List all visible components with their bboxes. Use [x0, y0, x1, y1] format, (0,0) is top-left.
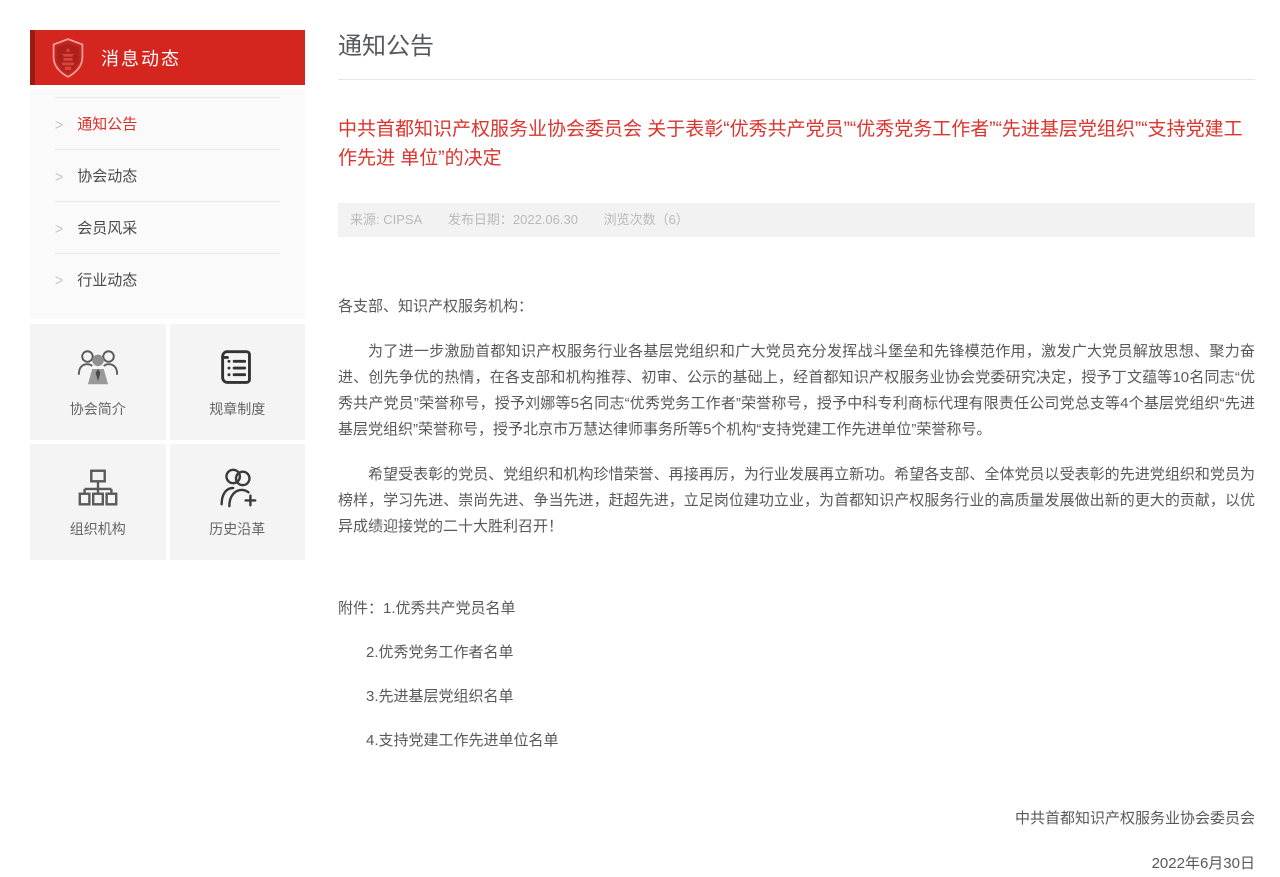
- article-meta-bar: 来源: CIPSA 发布日期：2022.06.30 浏览次数（6）: [338, 203, 1255, 237]
- article-paragraph: 希望受表彰的党员、党组织和机构珍惜荣誉、再接再厉，为行业发展再立新功。希望各支部…: [338, 462, 1255, 540]
- article-source: 来源: CIPSA: [350, 212, 422, 227]
- sidebar-header: 消息动态: [30, 30, 305, 85]
- sidebar-item-label: 会员风采: [77, 217, 137, 238]
- signature-organization: 中共首都知识产权服务业协会委员会: [338, 806, 1255, 832]
- tile-label: 协会简介: [70, 399, 126, 419]
- people-group-icon: [75, 345, 121, 391]
- attachment-item: 4.支持党建工作先进单位名单: [338, 728, 1255, 754]
- article-body: 各支部、知识产权服务机构： 为了进一步激励首都知识产权服务行业各基层党组织和广大…: [338, 294, 1255, 540]
- sidebar-menu: > 通知公告 > 协会动态 > 会员风采 > 行业动态: [30, 89, 305, 319]
- sidebar-item-label: 协会动态: [77, 165, 137, 186]
- people-plus-icon: [214, 465, 260, 511]
- article-signature-block: 中共首都知识产权服务业协会委员会 2022年6月30日: [338, 806, 1255, 877]
- article-salutation: 各支部、知识产权服务机构：: [338, 294, 1255, 320]
- tile-history[interactable]: 历史沿革: [170, 444, 306, 560]
- tile-organization[interactable]: 组织机构: [30, 444, 166, 560]
- org-chart-icon: [75, 465, 121, 511]
- attachment-item: 2.优秀党务工作者名单: [338, 640, 1255, 666]
- article-publish-date: 发布日期：2022.06.30: [448, 212, 578, 227]
- page: 消息动态 > 通知公告 > 协会动态 > 会员风采 > 行业动态: [0, 0, 1280, 867]
- chevron-right-icon: >: [55, 114, 63, 132]
- article-paragraph: 为了进一步激励首都知识产权服务行业各基层党组织和广大党员充分发挥战斗堡垒和先锋模…: [338, 339, 1255, 443]
- page-title: 通知公告: [338, 30, 1255, 80]
- attachments-list: 附件：1.优秀共产党员名单 2.优秀党务工作者名单 3.先进基层党组织名单 4.…: [338, 596, 1255, 754]
- tile-association-intro[interactable]: 协会简介: [30, 324, 166, 440]
- chevron-right-icon: >: [55, 218, 63, 236]
- sidebar: 消息动态 > 通知公告 > 协会动态 > 会员风采 > 行业动态: [30, 30, 305, 560]
- signature-date: 2022年6月30日: [338, 851, 1255, 877]
- sidebar-header-title: 消息动态: [101, 45, 181, 71]
- main-content: 通知公告 中共首都知识产权服务业协会委员会 关于表彰“优秀共产党员”“优秀党务工…: [338, 30, 1255, 877]
- sidebar-item-association-news[interactable]: > 协会动态: [55, 149, 280, 201]
- sidebar-tiles: 协会简介 规章制度: [30, 324, 305, 560]
- rulebook-icon: [214, 345, 260, 391]
- sidebar-item-member-showcase[interactable]: > 会员风采: [55, 201, 280, 253]
- article-view-count: 浏览次数（6）: [604, 212, 689, 227]
- chevron-right-icon: >: [55, 270, 63, 288]
- tile-label: 组织机构: [70, 519, 126, 539]
- shield-pagoda-icon: [50, 37, 86, 79]
- sidebar-item-industry-news[interactable]: > 行业动态: [55, 253, 280, 305]
- tile-label: 规章制度: [209, 399, 265, 419]
- attachment-item: 3.先进基层党组织名单: [338, 684, 1255, 710]
- tile-label: 历史沿革: [209, 519, 265, 539]
- attachment-lead: 附件：1.优秀共产党员名单: [338, 596, 1255, 622]
- sidebar-item-label: 行业动态: [77, 269, 137, 290]
- sidebar-item-notices[interactable]: > 通知公告: [55, 97, 280, 149]
- article-title: 中共首都知识产权服务业协会委员会 关于表彰“优秀共产党员”“优秀党务工作者”“先…: [338, 115, 1255, 173]
- tile-rules-regulations[interactable]: 规章制度: [170, 324, 306, 440]
- sidebar-item-label: 通知公告: [77, 113, 137, 134]
- chevron-right-icon: >: [55, 166, 63, 184]
